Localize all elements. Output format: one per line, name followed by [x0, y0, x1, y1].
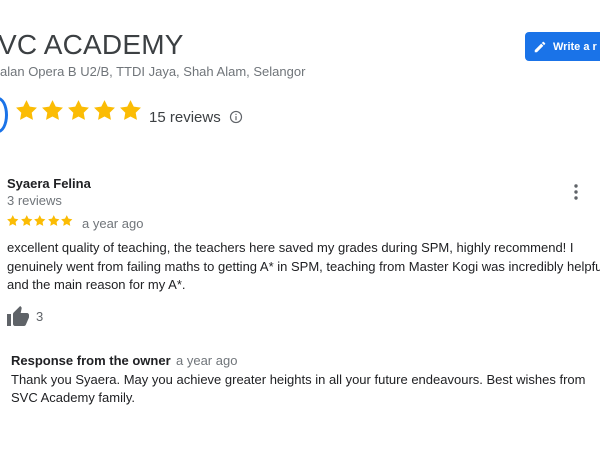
- more-vert-icon[interactable]: [569, 183, 583, 201]
- reviewer-name[interactable]: Syaera Felina: [7, 176, 91, 191]
- business-address: alan Opera B U2/B, TTDI Jaya, Shah Alam,…: [0, 64, 306, 79]
- star-icon: [47, 215, 59, 226]
- star-icon: [7, 215, 19, 226]
- star-icon: [20, 215, 32, 226]
- star-icon: [68, 100, 89, 120]
- star-icon: [42, 100, 63, 120]
- star-icon: [120, 100, 141, 120]
- thumb-up-icon[interactable]: [6, 305, 30, 327]
- rating-stars: [14, 98, 143, 123]
- write-review-label: Write a r: [553, 40, 597, 53]
- review-date: a year ago: [82, 216, 144, 231]
- write-review-button[interactable]: Write a r: [525, 32, 600, 61]
- owner-response-text: Thank you Syaera. May you achieve greate…: [11, 372, 586, 405]
- business-title: VC ACADEMY: [0, 29, 184, 60]
- pencil-icon: [534, 41, 546, 52]
- review-count[interactable]: 15 reviews: [149, 109, 221, 126]
- owner-response-label: Response from the owner: [11, 353, 171, 368]
- star-icon: [94, 100, 115, 120]
- owner-response-date: a year ago: [176, 353, 238, 368]
- star-icon: [61, 215, 73, 226]
- reviewer-review-count: 3 reviews: [7, 193, 62, 208]
- review-text: excellent quality of teaching, the teach…: [7, 240, 600, 292]
- rating-circle: [0, 97, 8, 133]
- star-icon: [16, 100, 37, 120]
- review-stars: [6, 214, 74, 228]
- star-icon: [34, 215, 46, 226]
- info-icon[interactable]: [229, 110, 243, 124]
- like-count: 3: [36, 309, 44, 324]
